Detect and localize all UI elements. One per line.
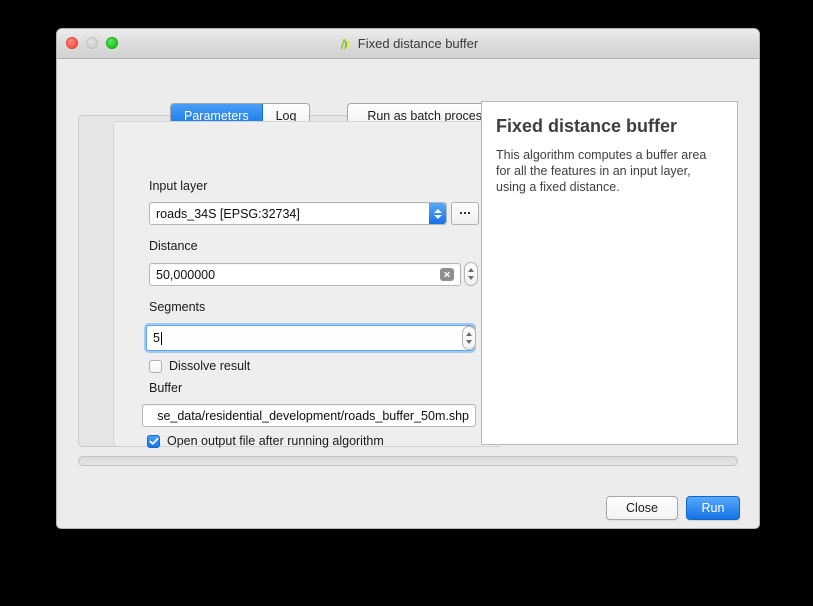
- input-layer-label: Input layer: [149, 179, 208, 193]
- dialog-body: Parameters Log Run as batch process... I…: [57, 59, 759, 528]
- dissolve-result-label: Dissolve result: [169, 359, 251, 373]
- dissolve-result-row[interactable]: Dissolve result: [149, 359, 250, 373]
- buffer-label: Buffer: [149, 381, 183, 395]
- buffer-output-value: se_data/residential_development/roads_bu…: [157, 408, 469, 423]
- dialog-window: Fixed distance buffer Parameters Log Run…: [56, 28, 760, 529]
- buffer-output-input[interactable]: se_data/residential_development/roads_bu…: [142, 404, 476, 427]
- title-bar: Fixed distance buffer: [57, 29, 759, 59]
- distance-input[interactable]: 50,000000: [149, 263, 461, 286]
- distance-stepper[interactable]: [464, 262, 478, 286]
- distance-clear-icon[interactable]: [440, 268, 454, 281]
- segments-stepper[interactable]: [462, 326, 476, 350]
- title-bar-center: Fixed distance buffer: [57, 29, 759, 58]
- dissolve-result-checkbox[interactable]: [149, 359, 162, 373]
- input-layer-combobox[interactable]: roads_34S [EPSG:32734]: [149, 202, 447, 225]
- open-output-label: Open output file after running algorithm: [167, 434, 384, 448]
- help-panel: Fixed distance buffer This algorithm com…: [481, 101, 738, 445]
- segments-input[interactable]: 5: [146, 325, 474, 351]
- segments-label: Segments: [149, 300, 206, 314]
- qgis-icon: [340, 38, 350, 49]
- checkmark-icon: [149, 437, 158, 445]
- segments-input-value: 5: [153, 331, 160, 345]
- open-output-row[interactable]: Open output file after running algorithm: [147, 434, 384, 448]
- help-description: This algorithm computes a buffer area fo…: [496, 147, 707, 194]
- input-layer-browse-button[interactable]: [451, 202, 479, 225]
- help-title: Fixed distance buffer: [496, 116, 678, 136]
- window-title: Fixed distance buffer: [357, 36, 479, 51]
- progress-bar: [78, 456, 738, 466]
- ellipsis-icon: [460, 211, 470, 216]
- run-button[interactable]: Run: [686, 496, 740, 520]
- close-button[interactable]: Close: [606, 496, 678, 520]
- input-layer-dropdown-arrow-icon[interactable]: [429, 203, 446, 224]
- text-cursor: [160, 331, 162, 345]
- clear-x-icon: [444, 271, 450, 278]
- distance-label: Distance: [149, 239, 198, 253]
- open-output-checkbox[interactable]: [147, 434, 160, 448]
